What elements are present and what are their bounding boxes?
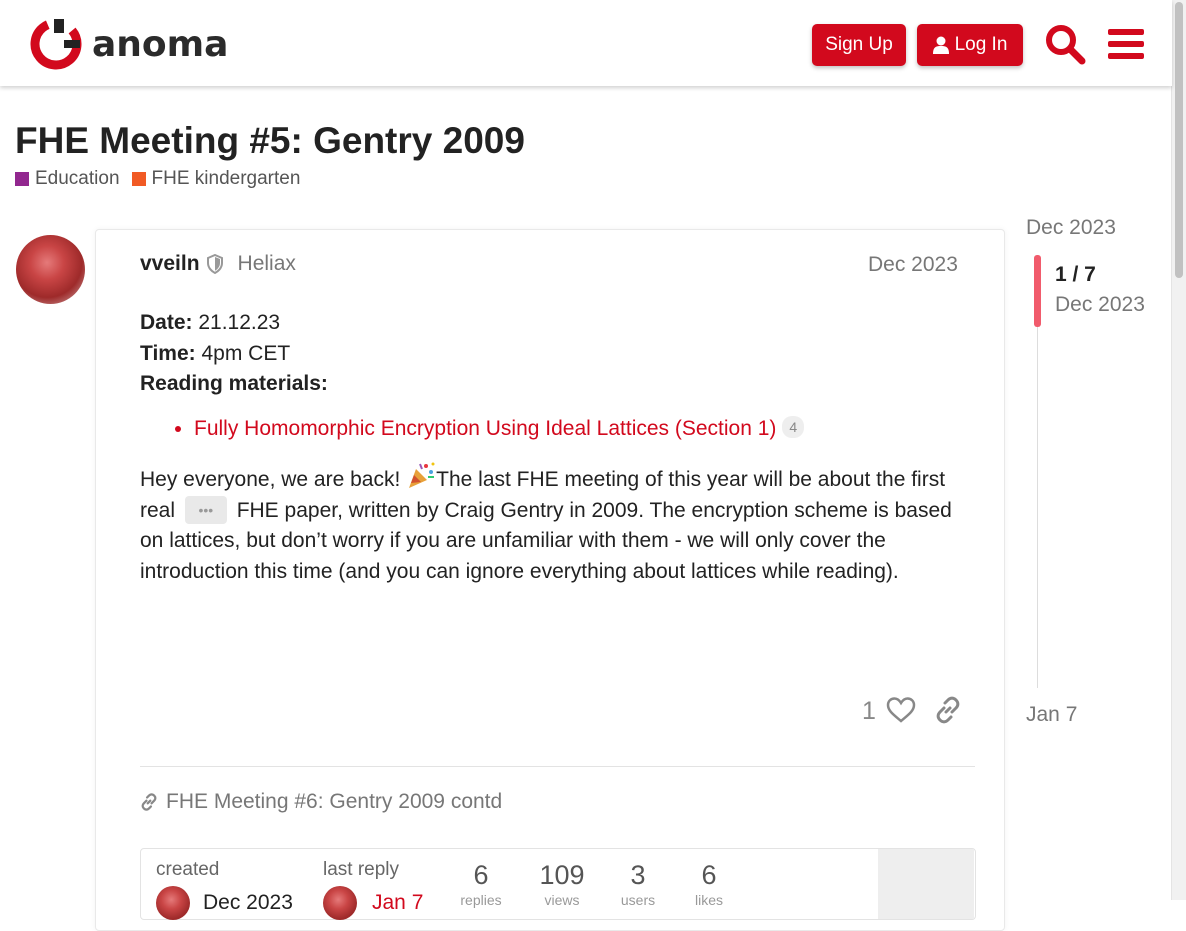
likes-label: likes: [694, 892, 723, 908]
intro-text-1: Hey everyone, we are back!: [140, 468, 407, 491]
linked-topic-title: FHE Meeting #6: Gentry 2009 contd: [166, 790, 503, 813]
intro-paragraph: Hey everyone, we are back! The last FHE …: [140, 460, 960, 587]
link-click-count: 4: [782, 415, 805, 438]
logo-wordmark: anoma: [92, 23, 229, 65]
category-education[interactable]: Education: [15, 168, 120, 190]
post-divider: [140, 766, 975, 767]
last-reply-label: last reply: [323, 859, 400, 880]
reading-label: Reading materials:: [140, 372, 328, 395]
replies-label: replies: [460, 892, 502, 908]
time-line: Time: 4pm CET: [140, 339, 960, 370]
topic-map-expand-button[interactable]: [878, 849, 974, 919]
views-label: views: [544, 892, 580, 908]
views-count: 109: [539, 860, 585, 890]
likes-count: 6: [701, 860, 717, 890]
share-link-icon[interactable]: [934, 696, 962, 724]
author-group[interactable]: Heliax: [238, 252, 296, 276]
date-line: Date: 21.12.23: [140, 308, 960, 339]
users-label: users: [620, 892, 656, 908]
user-icon: [932, 36, 949, 54]
last-reply-date[interactable]: Jan 7: [372, 891, 423, 915]
date-value: 21.12.23: [192, 311, 281, 334]
author-avatar[interactable]: [16, 235, 85, 304]
creator-avatar[interactable]: [156, 886, 190, 920]
category-label: FHE kindergarten: [151, 168, 301, 189]
paper-link[interactable]: Fully Homomorphic Encryption Using Ideal…: [194, 417, 776, 440]
category-fhe-kindergarten[interactable]: FHE kindergarten: [131, 168, 301, 190]
time-value: 4pm CET: [195, 341, 291, 365]
timeline-end-date[interactable]: Jan 7: [1026, 703, 1077, 727]
date-label: Date:: [140, 311, 193, 334]
replies-count: 6: [473, 860, 489, 890]
last-reply-avatar[interactable]: [323, 886, 357, 920]
heart-icon[interactable]: [886, 696, 916, 724]
link-icon: [141, 793, 157, 811]
reading-list: Fully Homomorphic Encryption Using Ideal…: [140, 414, 960, 445]
topic-categories: Education FHE kindergarten: [15, 168, 300, 190]
post-date[interactable]: Dec 2023: [868, 253, 958, 277]
expand-quote-button[interactable]: •••: [184, 495, 227, 524]
post-author: vveiln Heliax: [140, 252, 296, 276]
category-color-swatch: [15, 172, 29, 186]
category-label: Education: [35, 168, 120, 189]
like-count[interactable]: 1: [862, 697, 876, 726]
topic-title[interactable]: FHE Meeting #5: Gentry 2009: [15, 120, 525, 162]
author-name[interactable]: vveiln: [140, 252, 200, 276]
scrollbar-thumb[interactable]: [1175, 2, 1183, 278]
timeline-scroller-handle[interactable]: [1034, 255, 1041, 327]
users-count: 3: [630, 860, 646, 890]
timeline-current-date: Dec 2023: [1055, 293, 1145, 316]
reading-line: Reading materials:: [140, 369, 960, 400]
page-scrollbar[interactable]: [1171, 0, 1186, 900]
linked-topic[interactable]: FHE Meeting #6: Gentry 2009 contd: [140, 790, 502, 814]
intro-text-3: FHE paper, written by Craig Gentry in 20…: [140, 498, 952, 583]
sign-up-label: Sign Up: [825, 34, 893, 55]
created-label: created: [156, 859, 220, 880]
hamburger-menu-icon[interactable]: [1104, 22, 1148, 66]
party-popper-icon: [409, 462, 435, 488]
site-logo[interactable]: anoma: [30, 18, 228, 70]
log-in-button[interactable]: Log In: [917, 24, 1023, 66]
list-item: Fully Homomorphic Encryption Using Ideal…: [194, 414, 960, 445]
sign-up-button[interactable]: Sign Up: [812, 24, 906, 66]
site-header: anoma Sign Up Log In: [0, 0, 1172, 86]
post-body: Date: 21.12.23 Time: 4pm CET Reading mat…: [140, 308, 960, 587]
time-label: Time:: [140, 341, 196, 365]
created-date: Dec 2023: [203, 891, 293, 914]
timeline-position: 1 / 7: [1055, 263, 1096, 286]
anoma-logo-icon: [30, 18, 82, 70]
category-color-swatch: [131, 172, 146, 186]
search-icon[interactable]: [1043, 22, 1087, 66]
log-in-label: Log In: [954, 34, 1008, 55]
moderator-shield-icon: [206, 254, 223, 274]
timeline-start-date[interactable]: Dec 2023: [1026, 216, 1116, 240]
